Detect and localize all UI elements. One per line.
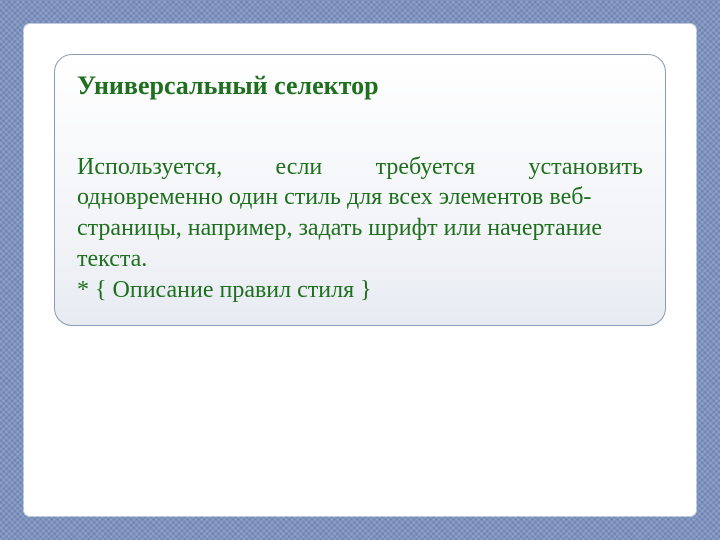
body-rest: одновременно один стиль для всех элемент…	[77, 184, 602, 302]
card-body: Используется, если требуется установитьо…	[77, 121, 643, 305]
card-title: Универсальный селектор	[77, 71, 643, 101]
slide-frame: Универсальный селектор Используется, есл…	[24, 24, 696, 516]
body-line-1: Используется, если требуется установить	[77, 152, 643, 183]
content-card: Универсальный селектор Используется, есл…	[54, 54, 666, 326]
